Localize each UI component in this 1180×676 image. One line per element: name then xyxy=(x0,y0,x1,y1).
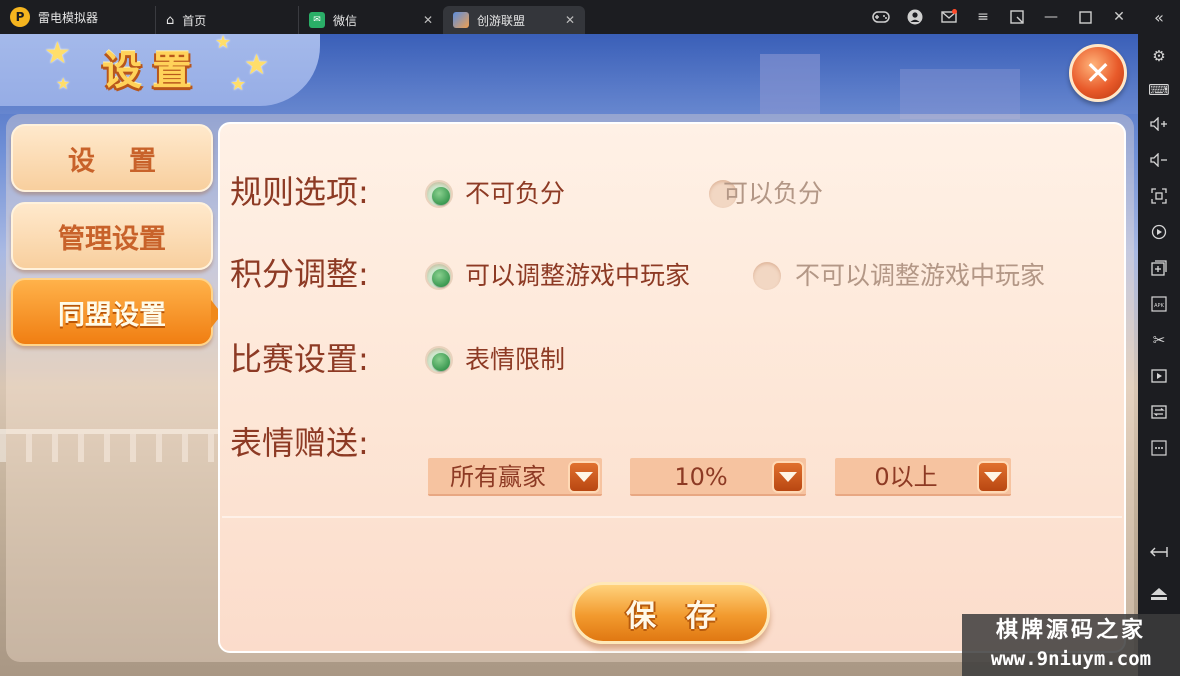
match-settings-label: 比赛设置: xyxy=(230,340,369,378)
radio-allow-adjust[interactable] xyxy=(425,262,453,290)
watermark-title: 棋牌源码之家 xyxy=(995,618,1146,643)
emoji-gift-label: 表情赠送: xyxy=(230,424,369,462)
close-icon[interactable]: ✕ xyxy=(423,13,433,27)
app-name: 雷电模拟器 xyxy=(38,10,99,25)
home-icon[interactable] xyxy=(1145,580,1173,608)
star-icon: ★ xyxy=(244,48,270,81)
back-icon[interactable] xyxy=(1145,538,1173,566)
radio-label[interactable]: 可以调整游戏中玩家 xyxy=(465,258,690,294)
star-icon: ★ xyxy=(44,36,71,71)
swap-icon[interactable] xyxy=(1145,398,1173,426)
title-bar: P 雷电模拟器 ⌂ 首页 ✉ 微信 ✕ 创游联盟 ✕ ≡ — ✕ « xyxy=(0,0,1180,34)
chevron-down-icon[interactable] xyxy=(568,461,600,493)
dropdown-value: 0以上 xyxy=(874,463,938,491)
game-icon xyxy=(453,12,469,28)
mail-icon[interactable] xyxy=(932,0,966,34)
star-icon: ★ xyxy=(56,74,71,93)
notification-dot xyxy=(952,9,957,14)
maximize-icon[interactable] xyxy=(1068,0,1102,34)
rule-options-label: 规则选项: xyxy=(230,173,369,211)
radio-no-negative[interactable] xyxy=(425,180,453,208)
close-icon[interactable]: ✕ xyxy=(565,13,575,27)
user-icon[interactable] xyxy=(898,0,932,34)
home-icon: ⌂ xyxy=(166,12,175,28)
dropdown-percentage[interactable]: 10% xyxy=(630,458,806,496)
settings-icon[interactable]: ⚙ xyxy=(1145,42,1173,70)
radio-label[interactable]: 表情限制 xyxy=(465,342,565,378)
gamepad-icon[interactable] xyxy=(864,0,898,34)
tab-label: 创游联盟 xyxy=(477,13,526,28)
svg-text:APK: APK xyxy=(1154,303,1164,309)
game-viewport: ★ ★ ★ ★ ★ 设置 ✕ 设置 管理设置 同盟设置 规则选项: 不可负分 可… xyxy=(0,34,1138,676)
add-window-icon[interactable] xyxy=(1145,254,1173,282)
chevron-down-icon[interactable] xyxy=(772,461,804,493)
menu-icon[interactable]: ≡ xyxy=(966,0,1000,34)
app-logo-icon: P xyxy=(10,7,30,27)
radio-label[interactable]: 可以负分 xyxy=(723,176,823,212)
keyboard-icon[interactable]: ⌨ xyxy=(1145,76,1173,104)
tab-home[interactable]: ⌂ 首页 xyxy=(155,6,298,34)
tab-label: 首页 xyxy=(182,13,207,28)
watermark-url: www.9niuym.com xyxy=(990,648,1152,670)
watermark: 棋牌源码之家 www.9niuym.com xyxy=(962,614,1180,676)
more-icon[interactable] xyxy=(1145,434,1173,462)
star-icon: ★ xyxy=(215,34,232,53)
score-adjust-label: 积分调整: xyxy=(230,255,369,293)
dropdown-winner-scope[interactable]: 所有赢家 xyxy=(428,458,602,496)
apk-icon[interactable]: APK xyxy=(1145,290,1173,318)
scissors-icon[interactable]: ✂ xyxy=(1145,326,1173,354)
menu-item-settings[interactable]: 设置 xyxy=(11,124,213,192)
radio-emoji-limit[interactable] xyxy=(425,346,453,374)
sync-icon[interactable] xyxy=(1145,218,1173,246)
screenshot-icon[interactable] xyxy=(1145,182,1173,210)
tab-label: 微信 xyxy=(333,13,358,28)
wechat-icon: ✉ xyxy=(309,12,325,28)
close-button[interactable]: ✕ xyxy=(1069,44,1127,102)
emulator-sidebar: ⚙ ⌨ APK ✂ xyxy=(1138,34,1180,676)
collapse-sidebar-icon[interactable]: « xyxy=(1138,0,1180,34)
menu-item-manage-settings[interactable]: 管理设置 xyxy=(11,202,213,270)
volume-down-icon[interactable] xyxy=(1145,146,1173,174)
radio-disallow-adjust[interactable] xyxy=(753,262,781,290)
divider xyxy=(222,516,1122,518)
app-logo[interactable]: P 雷电模拟器 xyxy=(0,0,155,34)
dropdown-value: 10% xyxy=(674,463,728,491)
tab-wechat[interactable]: ✉ 微信 ✕ xyxy=(298,6,443,34)
menu-item-alliance-settings[interactable]: 同盟设置 xyxy=(11,278,222,346)
star-icon: ★ xyxy=(230,74,247,95)
page-title: 设置 xyxy=(102,48,202,94)
chevron-down-icon[interactable] xyxy=(977,461,1009,493)
tab-game[interactable]: 创游联盟 ✕ xyxy=(443,6,585,34)
window-tools: ≡ — ✕ xyxy=(864,0,1136,34)
dropdown-threshold[interactable]: 0以上 xyxy=(835,458,1011,496)
radio-label[interactable]: 不可以调整游戏中玩家 xyxy=(795,258,1045,294)
close-icon[interactable]: ✕ xyxy=(1102,0,1136,34)
resize-icon[interactable] xyxy=(1000,0,1034,34)
save-button[interactable]: 保存 xyxy=(572,582,770,644)
radio-label[interactable]: 不可负分 xyxy=(465,176,565,212)
settings-content: 规则选项: 不可负分 可以负分 积分调整: 可以调整游戏中玩家 不可以调整游戏中… xyxy=(218,122,1126,653)
menu-item-label: 同盟设置 xyxy=(58,299,166,331)
dropdown-value: 所有赢家 xyxy=(450,463,546,491)
video-icon[interactable] xyxy=(1145,362,1173,390)
volume-up-icon[interactable] xyxy=(1145,110,1173,138)
minimize-icon[interactable]: — xyxy=(1034,0,1068,34)
